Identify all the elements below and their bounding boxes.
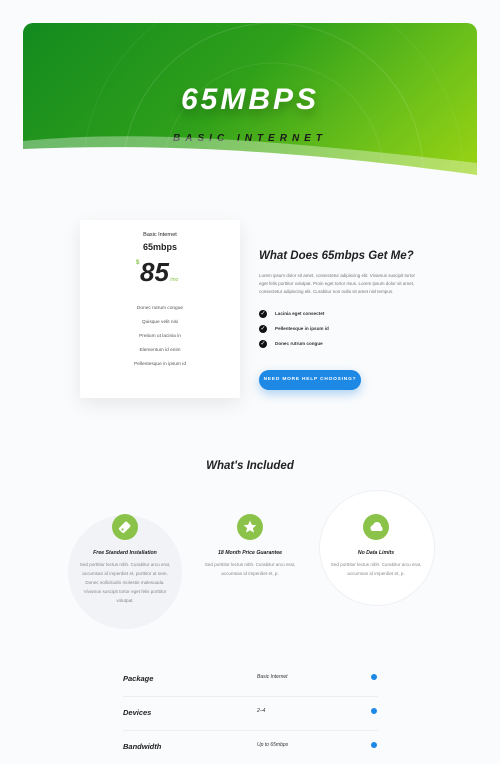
check-icon: ✓ (259, 309, 267, 318)
info-dot-icon[interactable] (371, 742, 377, 748)
check-list: ✓ Lacinia eget consectet ✓ Pellentesque … (259, 306, 419, 351)
spec-label: Package (123, 674, 154, 683)
hero-wave (23, 136, 477, 179)
plan-feature-item: Quisque velit nisi (141, 320, 179, 325)
feature-price-guarantee: 18 Month Price Guarantee Sed porttitor l… (190, 514, 310, 578)
hero-banner: 65MBPS BASIC INTERNET (23, 23, 477, 179)
spec-value: Basic Internet (257, 674, 288, 680)
spec-row-bandwidth: Bandwidth Up to 65mbps (123, 730, 378, 764)
check-label: Lacinia eget consectet (275, 311, 325, 316)
info-heading: What Does 65mbps Get Me? (259, 250, 414, 262)
check-item: ✓ Pellentesque in ipsum id (259, 321, 419, 336)
check-item: ✓ Lacinia eget consectet (259, 306, 419, 321)
feature-no-data-limits: No Data Limits Sed porttitor lectus nibh… (316, 514, 436, 578)
plan-speed: 65mbps (142, 242, 177, 252)
plan-feature-item: Elementum id enim (139, 348, 181, 353)
info-dot-icon[interactable] (371, 708, 377, 714)
plan-card: Basic Internet 65mbps $ 85 /mo Donec rut… (80, 220, 240, 398)
info-paragraph: Lorem ipsum dolor sit amet, consectetur … (259, 273, 415, 294)
cloud-icon (363, 514, 389, 540)
feature-title: No Data Limits (357, 550, 395, 556)
check-label: Donec rutrum congue (275, 341, 323, 346)
hero-title: 65MBPS (180, 83, 320, 116)
spec-value: 2–4 (257, 708, 266, 714)
plan-feature-item: Pretium ut lacinia in (139, 334, 181, 339)
included-title: What's Included (206, 460, 294, 472)
feature-description: Sed porttitor lectus nibh. Curabitur arc… (204, 562, 296, 576)
plan-features: Donec rutrum congue Quisque velit nisi P… (80, 302, 240, 372)
plan-info: What Does 65mbps Get Me? Lorem ipsum dol… (259, 248, 419, 390)
check-item: ✓ Donec rutrum congue (259, 336, 419, 351)
feature-description: Sed porttitor lectus nibh. Curabitur arc… (79, 562, 171, 603)
spec-row-devices: Devices 2–4 (123, 696, 378, 731)
spec-row-package: Package Basic Internet (123, 662, 378, 697)
plan-feature-item: Donec rutrum congue (136, 306, 184, 311)
info-dot-icon[interactable] (371, 674, 377, 680)
price-amount: 85 (140, 257, 169, 287)
check-label: Pellentesque in ipsum id (275, 326, 329, 331)
tag-icon (112, 514, 138, 540)
star-icon (237, 514, 263, 540)
price-currency: $ (136, 260, 140, 266)
plan-name: Basic Internet (143, 232, 177, 238)
plan-price: $ 85 /mo (80, 257, 240, 289)
help-choosing-button[interactable]: NEED MORE HELP CHOOSING? (259, 370, 361, 390)
price-period: /mo (170, 277, 179, 283)
plan-feature-item: Pellentesque in ipsum id (134, 362, 186, 367)
check-icon: ✓ (259, 324, 267, 333)
feature-description: Sed porttitor lectus nibh. Curabitur arc… (330, 562, 422, 576)
feature-title: Free Standard Installation (93, 550, 157, 556)
feature-installation: Free Standard Installation Sed porttitor… (65, 514, 185, 605)
spec-value: Up to 65mbps (257, 742, 289, 748)
check-icon: ✓ (259, 339, 267, 348)
feature-title: 18 Month Price Guarantee (218, 550, 282, 556)
spec-label: Devices (123, 708, 152, 717)
